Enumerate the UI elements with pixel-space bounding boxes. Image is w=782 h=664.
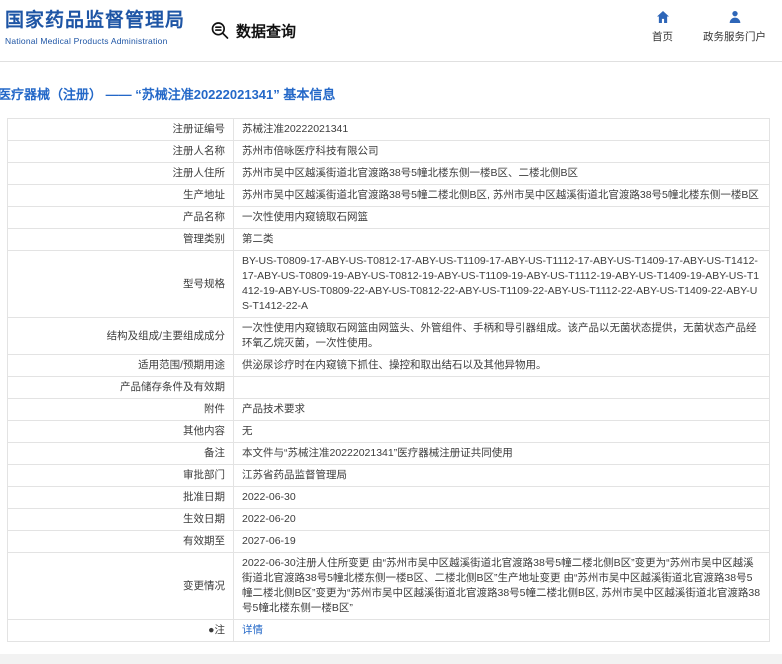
row-label: 有效期至 <box>7 530 234 553</box>
table-row: 注册人名称 苏州市倍咏医疗科技有限公司 <box>7 140 770 163</box>
row-label: 产品名称 <box>7 206 234 229</box>
page-title: 医疗器械（注册） —— “苏械注准20222021341” 基本信息 <box>0 87 336 102</box>
data-query-heading: 数据查询 <box>210 20 296 41</box>
table-row: ●注 详情 <box>7 619 770 642</box>
row-label: 适用范围/预期用途 <box>7 354 234 377</box>
row-label: ●注 <box>7 619 234 642</box>
row-label: 注册证编号 <box>7 118 234 141</box>
row-label: 生效日期 <box>7 508 234 531</box>
row-value: 产品技术要求 <box>233 398 770 421</box>
table-row: 变更情况 2022-06-30注册人住所变更 由“苏州市吴中区越溪街道北官渡路38… <box>7 552 770 620</box>
detail-link[interactable]: 详情 <box>242 624 263 636</box>
info-table-body: 注册证编号 苏械注准20222021341 注册人名称 苏州市倍咏医疗科技有限公司 注册… <box>7 118 770 642</box>
row-label: 生产地址 <box>7 184 234 207</box>
row-label: 产品储存条件及有效期 <box>7 376 234 399</box>
row-value: BY-US-T0809-17-ABY-US-T0812-17-ABY-US-T1… <box>233 250 770 318</box>
row-label: 变更情况 <box>7 552 234 620</box>
nav-item-home[interactable]: 首页 <box>652 9 673 44</box>
table-row: 审批部门 江苏省药品监督管理局 <box>7 464 770 487</box>
page: 国家药品监督管理局 National Medical Products Admi… <box>0 0 782 664</box>
table-row: 产品储存条件及有效期 <box>7 376 770 399</box>
row-label: 注册人住所 <box>7 162 234 185</box>
row-label: 结构及组成/主要组成成分 <box>7 317 234 355</box>
row-value: 2022-06-30 <box>233 486 770 509</box>
row-value: 江苏省药品监督管理局 <box>233 464 770 487</box>
registration-info-table: 注册证编号 苏械注准20222021341 注册人名称 苏州市倍咏医疗科技有限公司 注册… <box>7 118 770 642</box>
search-document-icon <box>210 21 230 41</box>
user-icon <box>727 9 743 25</box>
row-label: 注册人名称 <box>7 140 234 163</box>
row-value: 详情 <box>233 619 770 642</box>
row-value: 供泌尿诊疗时在内窥镜下抓住、操控和取出结石以及其他异物用。 <box>233 354 770 377</box>
row-value: 苏州市吴中区越溪街道北官渡路38号5幢二楼北侧B区, 苏州市吴中区越溪街道北官渡… <box>233 184 770 207</box>
row-value: 一次性使用内窥镜取石网篮 <box>233 206 770 229</box>
row-value: 本文件与“苏械注准20222021341”医疗器械注册证共同使用 <box>233 442 770 465</box>
row-value: 无 <box>233 420 770 443</box>
table-row: 批准日期 2022-06-30 <box>7 486 770 509</box>
site-logo[interactable]: 国家药品监督管理局 National Medical Products Admi… <box>5 9 185 46</box>
row-value: 苏州市吴中区越溪街道北官渡路38号5幢北楼东侧一楼B区、二楼北侧B区 <box>233 162 770 185</box>
home-icon <box>655 9 671 25</box>
site-header: 国家药品监督管理局 National Medical Products Admi… <box>0 0 782 62</box>
nav-item-label: 首页 <box>652 31 673 43</box>
org-name-cn: 国家药品监督管理局 <box>5 10 186 31</box>
table-row: 型号规格 BY-US-T0809-17-ABY-US-T0812-17-ABY-U… <box>7 250 770 318</box>
table-row: 其他内容无 <box>7 420 770 443</box>
row-label: 备注 <box>7 442 234 465</box>
table-row: 注册人住所 苏州市吴中区越溪街道北官渡路38号5幢北楼东侧一楼B区、二楼北侧B区 <box>7 162 770 185</box>
table-row: 生效日期 2022-06-20 <box>7 508 770 531</box>
header-nav: 首页 政务服务门户 <box>652 9 766 44</box>
table-row: 有效期至 2027-06-19 <box>7 530 770 553</box>
nav-item-portal[interactable]: 政务服务门户 <box>703 9 766 44</box>
row-value: 第二类 <box>233 228 770 251</box>
footer-strip <box>0 654 782 664</box>
table-row: 管理类别 第二类 <box>7 228 770 251</box>
row-value: 2022-06-20 <box>233 508 770 531</box>
row-value: 2022-06-30注册人住所变更 由“苏州市吴中区越溪街道北官渡路38号5幢二… <box>233 552 770 620</box>
row-label: 其他内容 <box>7 420 234 443</box>
row-label: 管理类别 <box>7 228 234 251</box>
row-label: 附件 <box>7 398 234 421</box>
table-row: 适用范围/预期用途 供泌尿诊疗时在内窥镜下抓住、操控和取出结石以及其他异物用。 <box>7 354 770 377</box>
row-label: 审批部门 <box>7 464 234 487</box>
table-row: 备注 本文件与“苏械注准20222021341”医疗器械注册证共同使用 <box>7 442 770 465</box>
table-row: 生产地址 苏州市吴中区越溪街道北官渡路38号5幢二楼北侧B区, 苏州市吴中区越溪街… <box>7 184 770 207</box>
table-row: 注册证编号 苏械注准20222021341 <box>7 118 770 141</box>
data-query-label: 数据查询 <box>236 23 297 40</box>
row-value: 苏械注准20222021341 <box>233 118 770 141</box>
row-value: 2027-06-19 <box>233 530 770 553</box>
table-row: 附件 产品技术要求 <box>7 398 770 421</box>
org-name-en: National Medical Products Administration <box>5 36 168 46</box>
row-label: 型号规格 <box>7 250 234 318</box>
row-value: 一次性使用内窥镜取石网篮由网篮头、外管组件、手柄和导引器组成。该产品以无菌状态提… <box>233 317 770 355</box>
table-row: 产品名称 一次性使用内窥镜取石网篮 <box>7 206 770 229</box>
row-value <box>233 376 770 399</box>
row-label: 批准日期 <box>7 486 234 509</box>
row-value: 苏州市倍咏医疗科技有限公司 <box>233 140 770 163</box>
table-row: 结构及组成/主要组成成分 一次性使用内窥镜取石网篮由网篮头、外管组件、手柄和导引器… <box>7 317 770 355</box>
nav-item-label: 政务服务门户 <box>703 31 766 43</box>
